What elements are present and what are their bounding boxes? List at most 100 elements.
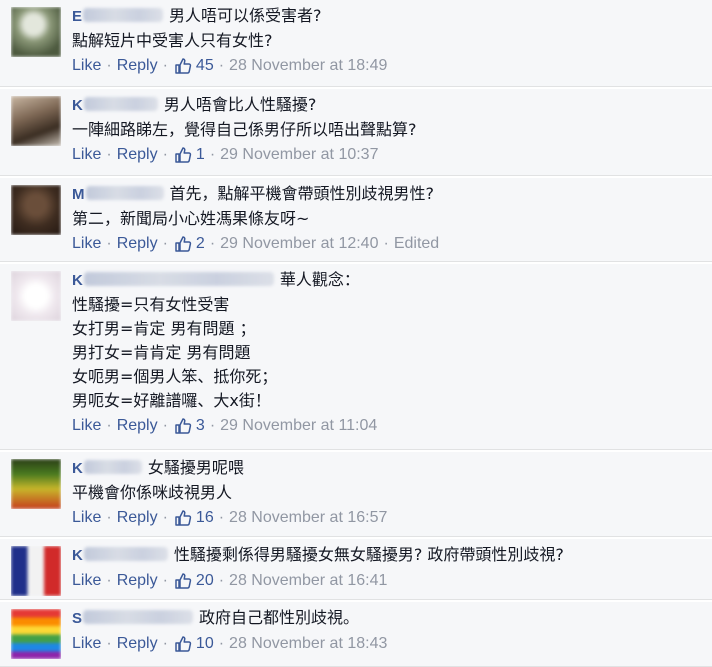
avatar[interactable]: [11, 96, 61, 146]
commenter-name-redacted: [83, 8, 164, 22]
reply-link[interactable]: Reply: [117, 570, 158, 592]
separator-dot: ·: [162, 572, 168, 589]
comment-body: S 政府自己都性別歧視。 Like · Reply · 10 · 28 November at …: [72, 606, 704, 655]
commenter-name[interactable]: K: [72, 547, 83, 564]
reply-link[interactable]: Reply: [117, 233, 158, 255]
timestamp-link[interactable]: 28 November at 16:57: [229, 507, 387, 529]
comment-actions: Like · Reply · 20 · 28 November at 16:41: [72, 570, 704, 592]
comment-body: M 首先，點解平機會帶頭性別歧視男性? 第二，新聞局小心姓馮果條友呀~ Like · Re…: [72, 182, 704, 255]
like-link[interactable]: Like: [72, 55, 101, 77]
comment-first-line: K 女騷擾男呢喂: [72, 456, 704, 481]
comment-body: E 男人唔可以係受害者? 點解短片中受害人只有女性? Like · Reply · 45 · 28…: [72, 4, 704, 77]
separator-dot: ·: [106, 509, 112, 526]
commenter-name[interactable]: K: [72, 272, 83, 289]
reply-link[interactable]: Reply: [117, 415, 158, 437]
like-count[interactable]: 3: [196, 415, 205, 437]
comment-item: K 性騷擾剩係得男騷擾女無女騷擾男? 政府帶頭性別歧視? Like · Reply · 20…: [0, 539, 712, 600]
comment-actions: Like · Reply · 3 · 29 November at 11:04: [72, 415, 704, 437]
comment-first-line: M 首先，點解平機會帶頭性別歧視男性?: [72, 182, 704, 207]
reply-link[interactable]: Reply: [117, 633, 158, 655]
separator-dot: ·: [106, 235, 112, 252]
reply-link[interactable]: Reply: [117, 55, 158, 77]
timestamp-link[interactable]: 28 November at 18:43: [229, 633, 387, 655]
commenter-name-redacted: [83, 610, 194, 624]
like-link[interactable]: Like: [72, 233, 101, 255]
commenter-name[interactable]: K: [72, 460, 83, 477]
thumbs-up-icon[interactable]: [174, 417, 192, 435]
timestamp-link[interactable]: 29 November at 10:37: [220, 144, 378, 166]
like-link[interactable]: Like: [72, 507, 101, 529]
like-count[interactable]: 10: [196, 633, 214, 655]
timestamp-link[interactable]: 28 November at 16:41: [229, 570, 387, 592]
like-link[interactable]: Like: [72, 570, 101, 592]
separator-dot: ·: [106, 417, 112, 434]
comment-text: 男人唔會比人性騷擾?: [163, 95, 317, 114]
thumbs-up-icon[interactable]: [174, 146, 192, 164]
avatar[interactable]: [11, 185, 61, 235]
comment-actions: Like · Reply · 2 · 29 November at 12:40 · Edited: [72, 233, 704, 255]
thumbs-up-icon[interactable]: [174, 572, 192, 590]
commenter-name[interactable]: M: [72, 186, 85, 203]
comment-text: 點解短片中受害人只有女性?: [72, 31, 273, 50]
separator-dot: ·: [162, 57, 168, 74]
comment-body: K 性騷擾剩係得男騷擾女無女騷擾男? 政府帶頭性別歧視? Like · Reply · 20…: [72, 543, 704, 592]
avatar-image: [11, 546, 61, 596]
timestamp-link[interactable]: 29 November at 12:40: [220, 233, 378, 255]
comment-actions: Like · Reply · 45 · 28 November at 18:49: [72, 55, 704, 77]
comment-body: K 女騷擾男呢喂 平機會你係咪歧視男人 Like · Reply · 16 · 28 Novemb…: [72, 456, 704, 529]
commenter-name[interactable]: K: [72, 97, 83, 114]
commenter-name-redacted: [83, 460, 142, 474]
comment-first-line: E 男人唔可以係受害者?: [72, 4, 704, 29]
separator-dot: ·: [218, 572, 225, 589]
like-link[interactable]: Like: [72, 633, 101, 655]
avatar[interactable]: [11, 271, 61, 321]
separator-dot: ·: [218, 509, 225, 526]
comment-text-line: 點解短片中受害人只有女性?: [72, 29, 704, 53]
comment-text: 男人唔可以係受害者?: [169, 6, 322, 25]
comment-text: 首先，點解平機會帶頭性別歧視男性?: [169, 184, 435, 203]
thumbs-up-icon[interactable]: [174, 509, 192, 527]
like-count[interactable]: 45: [196, 55, 214, 77]
thumbs-up-icon[interactable]: [174, 635, 192, 653]
separator-dot: ·: [162, 146, 168, 163]
comment-list: E 男人唔可以係受害者? 點解短片中受害人只有女性? Like · Reply · 45 · 28…: [0, 0, 712, 667]
like-link[interactable]: Like: [72, 144, 101, 166]
comment-text: 華人觀念：: [279, 270, 360, 289]
commenter-name[interactable]: S: [72, 610, 82, 627]
avatar-image: [11, 185, 61, 235]
comment-text-line: 性騷擾=只有女性受害: [72, 293, 704, 317]
reply-link[interactable]: Reply: [117, 144, 158, 166]
comment-actions: Like · Reply · 1 · 29 November at 10:37: [72, 144, 704, 166]
avatar[interactable]: [11, 7, 61, 57]
comment-body: K 男人唔會比人性騷擾? 一陣細路睇左，覺得自己係男仔所以唔出聲點算? Like · Re…: [72, 93, 704, 166]
avatar[interactable]: [11, 459, 61, 509]
like-link[interactable]: Like: [72, 415, 101, 437]
comment-first-line: K 男人唔會比人性騷擾?: [72, 93, 704, 118]
comment-text: 性騷擾=只有女性受害: [72, 295, 230, 314]
edited-label[interactable]: Edited: [394, 233, 439, 255]
comment-text-line: 男呃女=好離譜囉、大x街！: [72, 389, 704, 413]
comment-text: 女打男=肯定 男有問題 ；: [72, 319, 256, 338]
reply-link[interactable]: Reply: [117, 507, 158, 529]
thumbs-up-icon[interactable]: [174, 235, 192, 253]
avatar[interactable]: [11, 609, 61, 659]
comment-text: 平機會你係咪歧視男人: [72, 483, 233, 502]
comment-body: K 華人觀念： 性騷擾=只有女性受害女打男=肯定 男有問題 ； 男打女=肯肯定 男有問…: [72, 268, 704, 437]
comment-first-line: K 性騷擾剩係得男騷擾女無女騷擾男? 政府帶頭性別歧視?: [72, 543, 704, 568]
like-count[interactable]: 2: [196, 233, 205, 255]
like-count[interactable]: 1: [196, 144, 205, 166]
separator-dot: ·: [209, 417, 216, 434]
timestamp-link[interactable]: 29 November at 11:04: [220, 415, 377, 437]
commenter-name[interactable]: E: [72, 8, 82, 25]
comment-text-line: 一陣細路睇左，覺得自己係男仔所以唔出聲點算?: [72, 118, 704, 142]
comment-text-line: 女呃男=個男人笨、抵你死；: [72, 365, 704, 389]
thumbs-up-icon[interactable]: [174, 57, 192, 75]
comment-text-line: 女打男=肯定 男有問題 ；: [72, 317, 704, 341]
avatar[interactable]: [11, 546, 61, 596]
like-count[interactable]: 20: [196, 570, 214, 592]
like-count[interactable]: 16: [196, 507, 214, 529]
comment-text: 男打女=肯肯定 男有問題: [72, 343, 251, 362]
commenter-name-redacted: [83, 547, 168, 561]
separator-dot: ·: [106, 57, 112, 74]
timestamp-link[interactable]: 28 November at 18:49: [229, 55, 387, 77]
